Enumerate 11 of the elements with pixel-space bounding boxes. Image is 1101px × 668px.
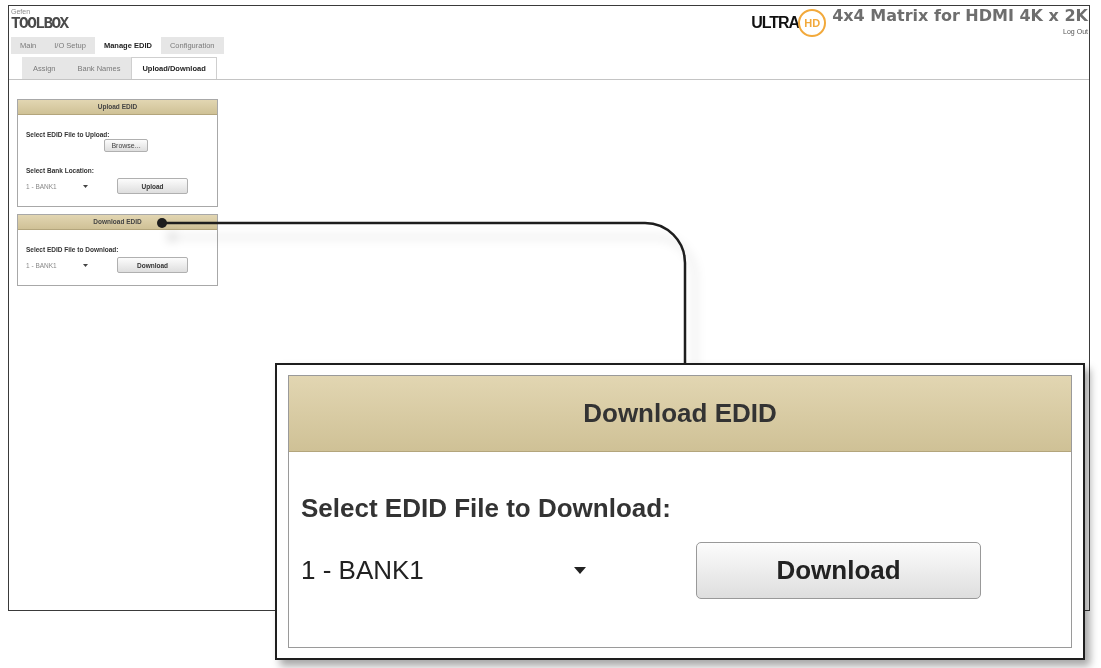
field-label: Select EDID File to Download: [301,492,671,524]
ultra-logo-text: ULTRA [751,14,800,32]
logo-text: TOOLBOX [11,16,68,32]
caret-down-icon [83,263,88,267]
action-button[interactable]: Download [696,542,981,599]
caret-down-icon [574,567,586,574]
bank-dropdown[interactable]: 1 - BANK1 [301,555,591,586]
panel-header: Download EDID [289,376,1071,452]
caret-down-icon [83,184,88,188]
hd-logo-ring: HD [798,9,827,37]
product-title: 4x4 Matrix for HDMI 4K x 2K [832,6,1088,26]
